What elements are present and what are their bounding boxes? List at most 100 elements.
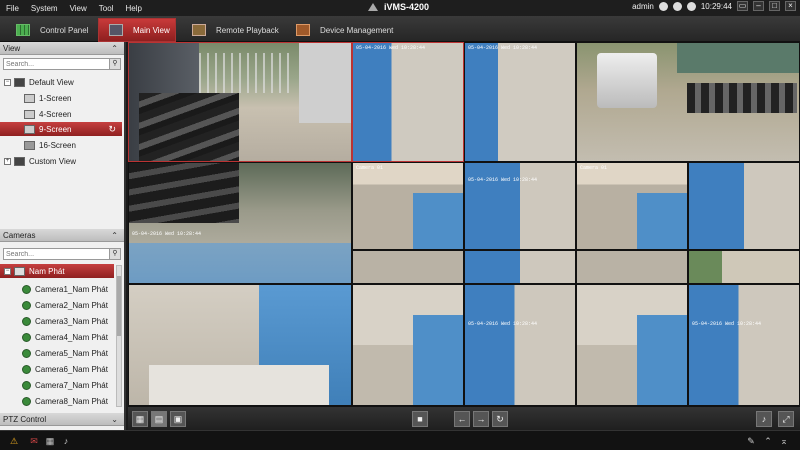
fullscreen-button[interactable]: ⤢ bbox=[778, 411, 794, 427]
collapse-toggle-icon[interactable]: − bbox=[4, 267, 11, 275]
video-cell-15[interactable] bbox=[352, 284, 464, 406]
camera-tree: − Nam Phát Camera1_Nam Phát Camera2_Nam … bbox=[0, 263, 124, 409]
lock-icon[interactable] bbox=[658, 1, 668, 11]
event-icon[interactable]: ✉ bbox=[28, 435, 40, 447]
tree-item-label: Custom View bbox=[29, 156, 76, 166]
camera-item-5[interactable]: Camera5_Nam Phát bbox=[0, 346, 114, 360]
next-page-button[interactable]: → bbox=[473, 411, 489, 427]
camera-item-2[interactable]: Camera2_Nam Phát bbox=[0, 298, 114, 312]
tree-item-4-screen[interactable]: 4-Screen bbox=[0, 107, 122, 121]
video-cell-11[interactable] bbox=[352, 250, 464, 284]
user-name: admin bbox=[632, 1, 654, 11]
video-cell-17[interactable] bbox=[576, 284, 688, 406]
stop-all-button[interactable]: ■ bbox=[412, 411, 428, 427]
refresh-icon[interactable]: ↻ bbox=[108, 124, 116, 135]
menu-view[interactable]: View bbox=[70, 4, 87, 13]
layout-grid-button[interactable]: ▦ bbox=[132, 411, 148, 427]
tab-label: Main View bbox=[133, 25, 170, 35]
layout-save-button[interactable]: ▤ bbox=[151, 411, 167, 427]
menu-help[interactable]: Help bbox=[125, 4, 141, 13]
ptz-panel-title: PTZ Control bbox=[3, 415, 47, 424]
scrollbar-thumb[interactable] bbox=[117, 276, 121, 336]
cameras-panel-title: Cameras bbox=[3, 231, 36, 240]
camera-icon bbox=[22, 300, 31, 310]
expand-icon[interactable]: ⌄ bbox=[111, 413, 118, 426]
video-cell-3[interactable] bbox=[128, 284, 352, 406]
panel-toggle-icon[interactable]: ⌅ bbox=[778, 435, 790, 447]
minimize-icon[interactable]: – bbox=[753, 1, 764, 11]
tab-control-panel[interactable]: Control Panel bbox=[6, 18, 92, 42]
maximize-icon[interactable]: □ bbox=[769, 1, 780, 11]
video-cell-18[interactable]: 05-04-2016 Wed 10:28:44 bbox=[688, 284, 800, 406]
camera-item-1[interactable]: Camera1_Nam Phát bbox=[0, 282, 114, 296]
video-cell-10[interactable] bbox=[688, 162, 800, 250]
expand-toggle-icon[interactable]: + bbox=[4, 157, 11, 165]
tab-main-view[interactable]: Main View bbox=[98, 18, 176, 42]
camera-item-3[interactable]: Camera3_Nam Phát bbox=[0, 314, 114, 328]
tree-item-custom-view[interactable]: + Custom View bbox=[0, 154, 122, 168]
tab-device-management[interactable]: Device Management bbox=[286, 18, 396, 42]
video-cell-16[interactable]: 05-04-2016 Wed 10:28:44 bbox=[464, 284, 576, 406]
video-cell-5[interactable]: 05-04-2016 Wed 10:28:44 bbox=[464, 42, 576, 162]
collapse-toggle-icon[interactable]: − bbox=[4, 78, 11, 86]
video-cell-4[interactable]: 05-04-2016 Wed 10:28:44 bbox=[352, 42, 464, 162]
cameras-panel-header[interactable]: Cameras ⌃ bbox=[0, 229, 124, 242]
previous-page-button[interactable]: ← bbox=[454, 411, 470, 427]
video-cell-6[interactable] bbox=[576, 42, 800, 162]
menu-system[interactable]: System bbox=[31, 4, 58, 13]
video-cell-1-gate bbox=[199, 53, 289, 93]
alarm-warning-icon[interactable]: ⚠ bbox=[8, 435, 20, 447]
video-cell-2[interactable]: 05-04-2016 Wed 10:28:44 bbox=[128, 162, 352, 284]
collapse-icon[interactable]: ⌃ bbox=[111, 229, 118, 242]
panel-up-icon[interactable]: ⌃ bbox=[762, 435, 774, 447]
collapse-icon[interactable]: ⌃ bbox=[111, 42, 118, 55]
camera-search-input[interactable] bbox=[4, 249, 104, 260]
layout-icon[interactable]: ▭ bbox=[737, 1, 748, 11]
info-icon[interactable] bbox=[672, 1, 682, 11]
video-cell-9[interactable]: Camera 01 bbox=[576, 162, 688, 250]
camera-group-nam-phat[interactable]: − Nam Phát bbox=[0, 264, 114, 278]
camera-item-4[interactable]: Camera4_Nam Phát bbox=[0, 330, 114, 344]
pin-icon[interactable]: ✎ bbox=[745, 435, 757, 447]
record-icon[interactable]: ▦ bbox=[44, 435, 56, 447]
video-cell-7[interactable]: Camera 01 bbox=[352, 162, 464, 250]
view-panel-header[interactable]: View ⌃ bbox=[0, 42, 124, 55]
view-panel-title: View bbox=[3, 44, 21, 53]
view-search: ⚲ bbox=[3, 58, 121, 70]
tab-label: Device Management bbox=[320, 25, 394, 35]
close-icon[interactable]: × bbox=[785, 1, 796, 11]
video-cell-12[interactable] bbox=[464, 250, 576, 284]
search-icon[interactable]: ⚲ bbox=[109, 59, 120, 69]
volume-button[interactable]: ♪ bbox=[756, 411, 772, 427]
status-bar: ⚠ ✉ ▦ ♪ ✎ ⌃ ⌅ bbox=[0, 430, 800, 450]
tree-item-9-screen[interactable]: 9-Screen ↻ bbox=[0, 122, 122, 136]
video-cell-8[interactable]: 05-04-2016 Wed 10:28:44 bbox=[464, 162, 576, 250]
ptz-panel-header[interactable]: PTZ Control ⌄ bbox=[0, 413, 124, 426]
camera-item-8[interactable]: Camera8_Nam Phát bbox=[0, 394, 114, 408]
menu-tool[interactable]: Tool bbox=[99, 4, 114, 13]
video-toolbar: ▦ ▤ ▣ ■ ← → ↻ ♪ ⤢ bbox=[128, 406, 800, 430]
tree-item-1-screen[interactable]: 1-Screen bbox=[0, 91, 122, 105]
video-cell-14[interactable] bbox=[688, 250, 800, 284]
menu-file[interactable]: File bbox=[6, 4, 19, 13]
video-timestamp: 05-04-2016 Wed 10:28:44 bbox=[468, 45, 538, 51]
tab-remote-playback[interactable]: Remote Playback bbox=[182, 18, 280, 42]
search-icon[interactable]: ⚲ bbox=[109, 249, 120, 259]
camera-label: Camera5_Nam Phát bbox=[35, 348, 108, 358]
left-panel: View ⌃ ⚲ − Default View 1-Screen 4-Scree… bbox=[0, 42, 126, 430]
video-cell-15-wall bbox=[413, 315, 463, 405]
layout-custom-button[interactable]: ▣ bbox=[170, 411, 186, 427]
view-search-input[interactable] bbox=[4, 59, 104, 70]
video-cell-13[interactable] bbox=[576, 250, 688, 284]
camera-label: Camera1_Nam Phát bbox=[35, 284, 108, 294]
tree-item-16-screen[interactable]: 16-Screen bbox=[0, 138, 122, 152]
camera-item-6[interactable]: Camera6_Nam Phát bbox=[0, 362, 114, 376]
sound-icon[interactable]: ♪ bbox=[60, 435, 72, 447]
camera-item-7[interactable]: Camera7_Nam Phát bbox=[0, 378, 114, 392]
video-cell-1[interactable] bbox=[128, 42, 352, 162]
camera-label: Camera4_Nam Phát bbox=[35, 332, 108, 342]
alarm-icon[interactable] bbox=[686, 1, 696, 11]
tree-item-default-view[interactable]: − Default View bbox=[0, 75, 122, 89]
auto-switch-button[interactable]: ↻ bbox=[492, 411, 508, 427]
camera-list-scrollbar[interactable] bbox=[116, 265, 122, 407]
